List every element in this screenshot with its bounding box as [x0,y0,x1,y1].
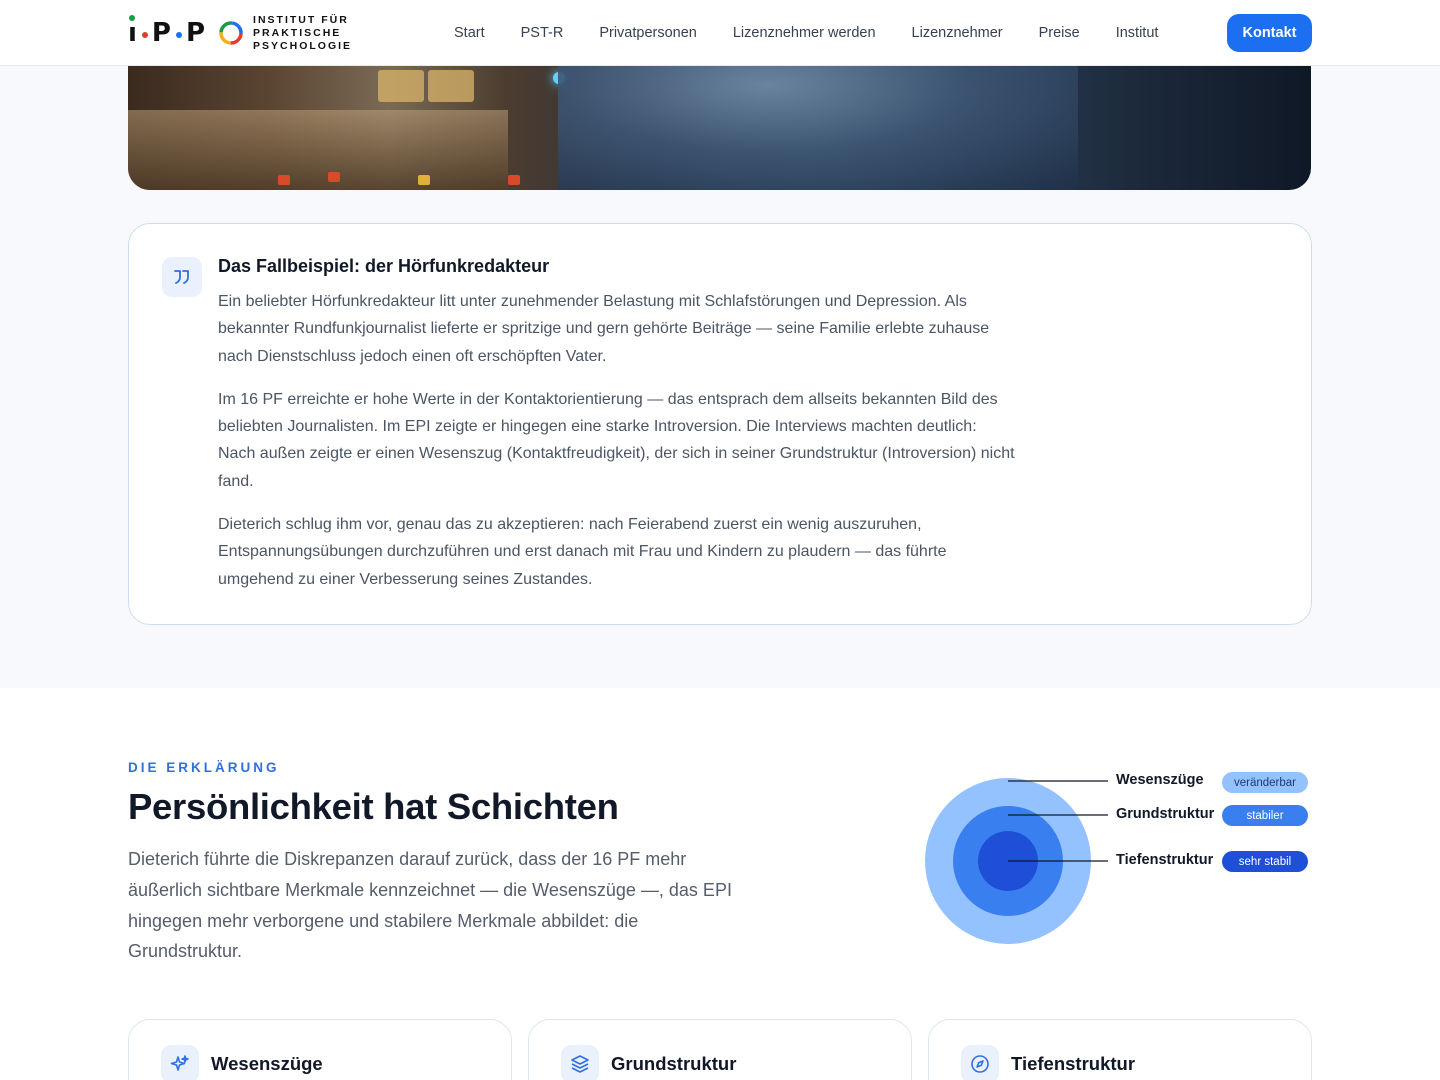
layer-badge: stabiler [1222,805,1308,826]
nav-preise[interactable]: Preise [1039,25,1080,41]
mixing-console [128,110,508,190]
case-paragraph: Im 16 PF erreichte er hohe Werte in der … [218,390,1015,490]
layer-card-wesenszuege[interactable]: Wesenszüge [128,1019,512,1080]
case-study-card: Das Fallbeispiel: der Hörfunkredakteur E… [128,223,1312,625]
vu-meter [378,70,424,102]
logo-mark: ı PP [128,15,206,48]
card-title: Grundstruktur [611,1053,737,1074]
layer-label: Wesenszüge [1116,772,1204,788]
layers-icon [561,1045,599,1080]
nav-institut[interactable]: Institut [1116,25,1159,41]
section-lead: Dieterich führte die Diskrepanzen darauf… [128,849,732,962]
section-headline: Persönlichkeit hat Schichten [128,786,619,827]
case-title: Das Fallbeispiel: der Hörfunkredakteur [218,256,550,276]
nav-privatpersonen[interactable]: Privatpersonen [599,25,697,41]
sparkle-icon [161,1045,199,1080]
site-header: ı PP INSTITUT FÜR PRAKTISCHE PSYCHOLOGIE… [0,0,1440,66]
main-nav: Start PST-R Privatpersonen Lizenznehmer … [454,14,1312,52]
case-body: Ein beliebter Hörfunkredakteur litt unte… [218,288,1018,609]
nav-start[interactable]: Start [454,25,485,41]
nav-lizenznehmer[interactable]: Lizenznehmer [912,25,1003,41]
card-title: Tiefenstruktur [1011,1053,1136,1074]
layer-label: Grundstruktur [1116,806,1215,822]
quote-icon [162,257,202,297]
console-knob [508,175,520,185]
compass-icon [961,1045,999,1080]
layer-badge: sehr stabil [1222,851,1308,872]
logo-ring-icon [219,21,243,45]
logo[interactable]: ı PP INSTITUT FÜR PRAKTISCHE PSYCHOLOGIE [128,10,352,56]
case-paragraph: Ein beliebter Hörfunkredakteur litt unte… [218,293,990,365]
nav-lizenznehmer-werden[interactable]: Lizenznehmer werden [733,25,876,41]
layer-card-tiefenstruktur[interactable]: Tiefenstruktur [928,1019,1312,1080]
logo-text: INSTITUT FÜR PRAKTISCHE PSYCHOLOGIE [253,13,353,52]
layer-badge: veränderbar [1222,772,1308,793]
layer-card-grundstruktur[interactable]: Grundstruktur [528,1019,912,1080]
explanation-section: DIE ERKLÄRUNG Persönlichkeit hat Schicht… [0,688,1440,1080]
section-eyebrow: DIE ERKLÄRUNG [128,760,280,775]
console-knob [328,172,340,182]
card-title: Wesenszüge [211,1053,323,1074]
kontakt-button[interactable]: Kontakt [1227,14,1312,52]
vu-meter [428,70,474,102]
case-paragraph: Dieterich schlug ihm vor, genau das zu a… [218,516,947,588]
nav-pst-r[interactable]: PST-R [521,25,564,41]
layers-diagram: Wesenszüge veränderbar Grundstruktur sta… [900,748,1320,958]
console-knob [278,175,290,185]
layer-label: Tiefenstruktur [1116,852,1214,868]
console-knob [418,175,430,185]
